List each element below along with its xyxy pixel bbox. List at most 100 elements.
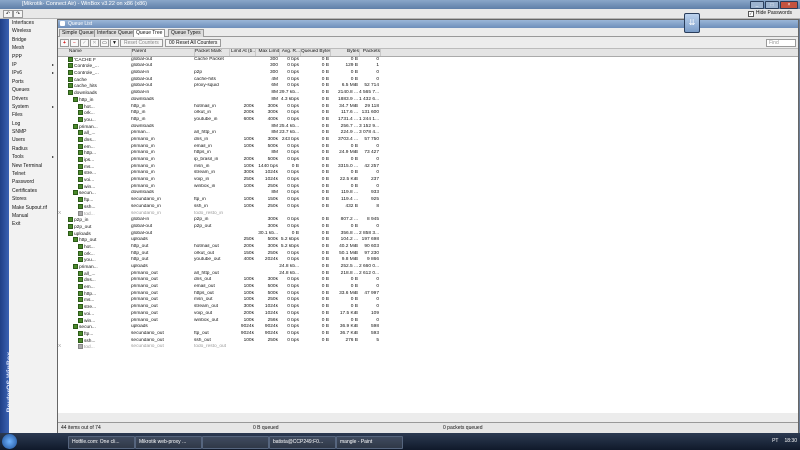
table-row[interactable]: em... primario_in email_in 100k 500k 0 bps 0 B… (58, 143, 798, 151)
menu-item[interactable]: IP ▸ (9, 61, 57, 69)
table-row[interactable]: you... http_in youtube_in 600k 400k 0 bps 0 B 1… (58, 116, 798, 124)
hide-passwords-checkbox[interactable]: ✓ (747, 10, 754, 17)
close-button[interactable]: × (780, 1, 798, 9)
menu-item[interactable]: Make Supout.rif (9, 204, 57, 212)
taskbar-item[interactable]: batista@CCP249:F0... (269, 436, 336, 449)
menu-item[interactable]: Radius (9, 145, 57, 153)
menu-item[interactable]: IPv6 ▸ (9, 69, 57, 77)
menu-item[interactable]: Files (9, 111, 57, 119)
menu-item[interactable]: Exit (9, 220, 57, 228)
remove-button[interactable]: − (70, 39, 79, 47)
tab-queue-types[interactable]: Queue Types (168, 29, 204, 37)
table-row[interactable]: p2p_in global-in p2p_in 300k 0 bps 0 B 807.2 .… (58, 217, 798, 224)
table-row[interactable]: 'CACHE F global-out Cache Packet 300 0 bps 0 … (58, 56, 798, 64)
table-row[interactable]: Controle_... global-out 300 0 bps 0 B 129 B 1 (58, 63, 798, 70)
table-row[interactable]: priman... downloads 8M 25.4 kb... 0 B 256.7 .… (58, 123, 798, 131)
table-row[interactable]: ms... primario_in msn_in 100k 1440 bps 0 B 0 B… (58, 163, 798, 171)
column-header[interactable]: Limit At (b.. (229, 49, 256, 56)
table-row[interactable]: ms... primario_out msn_out 100k 250k 0 bps 0 B… (58, 297, 798, 304)
table-row[interactable]: ssh... secundario_in ssh_in 100k 250k 0 bps 0 … (58, 203, 798, 211)
column-header[interactable]: Bytes (330, 49, 360, 56)
table-row[interactable]: voi... primario_in voip_in 250k 1024k 0 bps 0 … (58, 177, 798, 184)
start-button[interactable] (2, 434, 17, 449)
table-row[interactable]: all_... priman... all_http_in 8M 23.7 kb... 0… (58, 130, 798, 137)
table-row[interactable]: ftp... secundario_out ftp_out 9024k 9024k 0 b… (58, 330, 798, 338)
table-row[interactable]: em... primario_out email_out 100k 500k 0 bps 0… (58, 284, 798, 291)
taskbar-item[interactable] (202, 436, 269, 449)
column-header[interactable]: Name (68, 49, 132, 56)
table-row[interactable]: secun... uploads 9024k 9024k 0 bps 0 B 36.9 Ki… (58, 324, 798, 331)
table-row[interactable]: Xtod... secundario_in todo_resto_in (58, 210, 798, 218)
table-row[interactable]: dns... primario_in dns_in 100k 300k 243 bps 0 … (58, 136, 798, 144)
filter-icon[interactable]: ▼ (110, 39, 119, 47)
redo-icon[interactable]: ↷ (13, 10, 23, 18)
table-row[interactable]: you... http_out youtube_out 400k 2024k 0 bps 0… (58, 257, 798, 264)
table-row[interactable]: ork... http_out orkut_out 150k 250k 0 bps 0 B 5… (58, 250, 798, 258)
table-row[interactable]: p2p_out global-out p2p_out 300k 0 bps 0 B 0 B 0 (58, 223, 798, 231)
menu-item[interactable]: Wireless (9, 27, 57, 35)
menu-item[interactable]: Queues (9, 86, 57, 94)
scroll-down-icon[interactable]: ⇊ (684, 13, 700, 33)
table-row[interactable]: dns... primario_out dns_out 100k 300k 0 bps 0 … (58, 277, 798, 284)
table-row[interactable]: win... primario_in winbox_in 100k 250k 0 bps 0… (58, 183, 798, 191)
table-row[interactable]: uploads global-out 30.1 kb... 0 B 0 B 356.8 .… (58, 230, 798, 238)
table-row[interactable]: http... primario_out https_out 100k 500k 0 bp… (58, 290, 798, 298)
column-header[interactable]: Packets (359, 49, 381, 56)
table-row[interactable]: ftp... secundario_in ftp_in 100k 150k 0 bps 0 … (58, 197, 798, 204)
menu-item[interactable]: Password (9, 178, 57, 186)
column-header[interactable]: Max Limit (255, 49, 280, 56)
table-row[interactable]: stre... primario_in stream_in 300k 1024k 0 bp… (58, 170, 798, 177)
table-row[interactable]: http_out uploads 250k 500k 5.2 kbps 0 B 104.2 … (58, 237, 798, 244)
menu-item[interactable]: Drivers (9, 95, 57, 103)
find-input[interactable]: Find (766, 39, 796, 47)
menu-item[interactable]: Log (9, 120, 57, 128)
taskbar-item[interactable]: Mikrotik web-proxy ... (135, 436, 202, 449)
table-row[interactable]: downloads global-in 8M 29.7 kb... 0 B 2140.8 … (58, 90, 798, 97)
reset-all-counters-button[interactable]: 00 Reset All Counters (165, 39, 222, 47)
table-row[interactable]: all_... primario_out all_http_out 24.8 kb..… (58, 270, 798, 278)
menu-item[interactable]: Interfaces (9, 19, 57, 27)
table-row[interactable]: cache_hits global-out proxy-squid 6M 0 bps 0 … (58, 83, 798, 90)
table-row[interactable]: hot... http_in hotmail_in 200k 300k 0 bps 0 B 3… (58, 103, 798, 111)
menu-item[interactable]: Users (9, 136, 57, 144)
comment-button[interactable]: ▭ (100, 39, 109, 47)
column-header[interactable]: Queued Bytes (300, 49, 331, 56)
table-row[interactable]: priman... uploads 24.8 kb... 0 B 252.5 ... 2 … (58, 264, 798, 271)
menu-item[interactable]: Mesh (9, 44, 57, 52)
menu-item[interactable]: Certificates (9, 187, 57, 195)
minimize-button[interactable]: _ (750, 1, 764, 9)
menu-item[interactable]: System ▸ (9, 103, 57, 111)
table-row[interactable]: ork... http_in orkut_in 200k 300k 0 bps 0 B 117… (58, 110, 798, 117)
taskbar-item[interactable]: mangle - Paint (336, 436, 403, 449)
disable-button[interactable]: ✕ (90, 39, 99, 47)
table-row[interactable]: stre... primario_out stream_out 300k 1024k 0 … (58, 304, 798, 311)
menu-item[interactable]: Bridge (9, 36, 57, 44)
table-row[interactable]: http... primario_in https_in 8M 0 bps 0 B 24.9… (58, 150, 798, 157)
table-row[interactable]: ssh... secundario_out ssh_out 100k 250k 0 bps… (58, 337, 798, 345)
menu-item[interactable]: New Terminal (9, 162, 57, 170)
hide-passwords-toggle[interactable]: ✓ Hide Passwords (747, 10, 792, 17)
table-row[interactable]: Xtod... secundario_out todo_resto_out (58, 344, 798, 351)
menu-item[interactable]: Manual (9, 212, 57, 220)
language-indicator[interactable]: PT (772, 436, 778, 447)
menu-item[interactable]: Tools ▸ (9, 153, 57, 161)
menu-item[interactable]: PPP (9, 53, 57, 61)
enable-button[interactable]: ✓ (80, 39, 89, 47)
table-row[interactable]: cache global-out cache-hits 4M 0 bps 0 B 0 B 0 (58, 76, 798, 84)
maximize-button[interactable]: □ (765, 1, 779, 9)
table-row[interactable]: win... primario_out winbox_out 100k 256k 0 bp… (58, 317, 798, 325)
column-header[interactable]: Avg. R... (279, 49, 301, 56)
table-row[interactable]: secun... downloads 8M 0 bps 0 B 119.8 ... 933 (58, 190, 798, 197)
undo-icon[interactable]: ↶ (3, 10, 13, 18)
tab-interface-queues[interactable]: Interface Queues (94, 29, 139, 37)
menu-item[interactable]: Ports (9, 78, 57, 86)
add-button[interactable]: + (60, 39, 69, 47)
reset-counters-button[interactable]: Reset Counters (120, 39, 163, 47)
tab-queue-tree[interactable]: Queue Tree (133, 29, 166, 37)
table-row[interactable]: Controle_... global-in p2p 300 0 bps 0 B 0 B 0 (58, 70, 798, 77)
menu-item[interactable]: Stores (9, 195, 57, 203)
table-row[interactable]: voi... primario_out voip_out 200k 1024k 0 bps… (58, 310, 798, 318)
taskbar-item[interactable]: Hotfile.com: One cli... (68, 436, 135, 449)
menu-item[interactable]: Telnet (9, 170, 57, 178)
table-row[interactable]: ips... primario_in ip_brasil_in 200k 500k 0 b… (58, 157, 798, 164)
